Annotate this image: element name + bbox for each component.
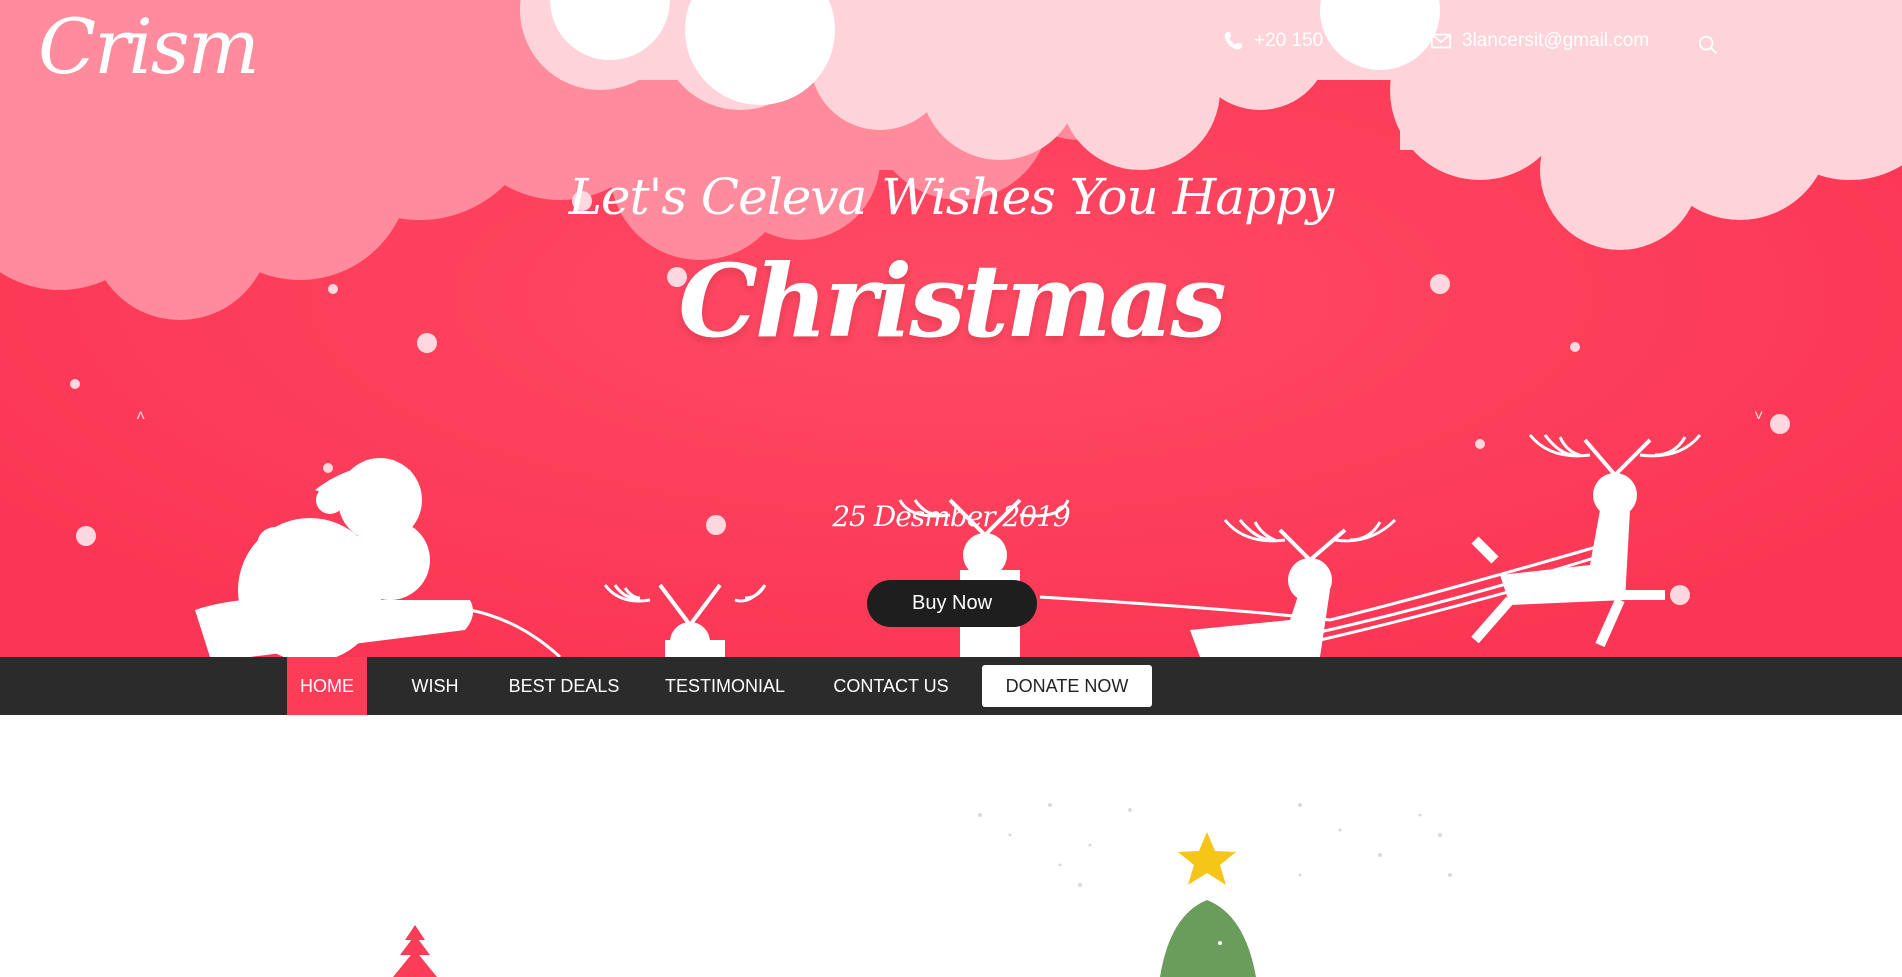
intro-illustrations — [393, 803, 1452, 977]
intro-section — [0, 715, 1902, 977]
chevron-down-icon[interactable]: ˅ — [1754, 408, 1763, 426]
hero-tagline: Let's Celeva Wishes You Happy — [568, 168, 1335, 226]
contact-phone[interactable]: +20 150 793 4461 — [1222, 30, 1408, 52]
christmas-tree-icon — [1160, 832, 1256, 977]
nav-item-contact-us[interactable]: CONTACT US — [826, 657, 956, 715]
hero-headline: Christmas — [678, 242, 1226, 360]
site-logo[interactable]: Crism — [38, 2, 260, 91]
buy-now-button[interactable]: Buy Now — [867, 580, 1037, 627]
main-navigation: HOME WISH BEST DEALS TESTIMONIAL CONTACT… — [0, 657, 1902, 715]
phone-number: +20 150 793 4461 — [1254, 30, 1408, 51]
email-address: 3lancersit@gmail.com — [1462, 30, 1650, 51]
hero-banner: Crism +20 150 793 4461 3lancersit@gmail.… — [0, 0, 1902, 657]
small-tree-icon — [393, 925, 437, 977]
hero-date: 25 Desmber 2019 — [832, 500, 1071, 533]
nav-item-best-deals[interactable]: BEST DEALS — [504, 657, 624, 715]
nav-item-testimonial[interactable]: TESTIMONIAL — [660, 657, 790, 715]
search-icon[interactable] — [1697, 34, 1719, 56]
nav-item-wish[interactable]: WISH — [395, 657, 475, 715]
envelope-icon — [1430, 33, 1452, 49]
phone-icon — [1224, 31, 1243, 50]
donate-now-button[interactable]: DONATE NOW — [982, 665, 1152, 707]
nav-item-home[interactable]: HOME — [287, 657, 367, 715]
contact-email[interactable]: 3lancersit@gmail.com — [1430, 30, 1649, 52]
chevron-up-icon[interactable]: ˄ — [136, 408, 145, 426]
